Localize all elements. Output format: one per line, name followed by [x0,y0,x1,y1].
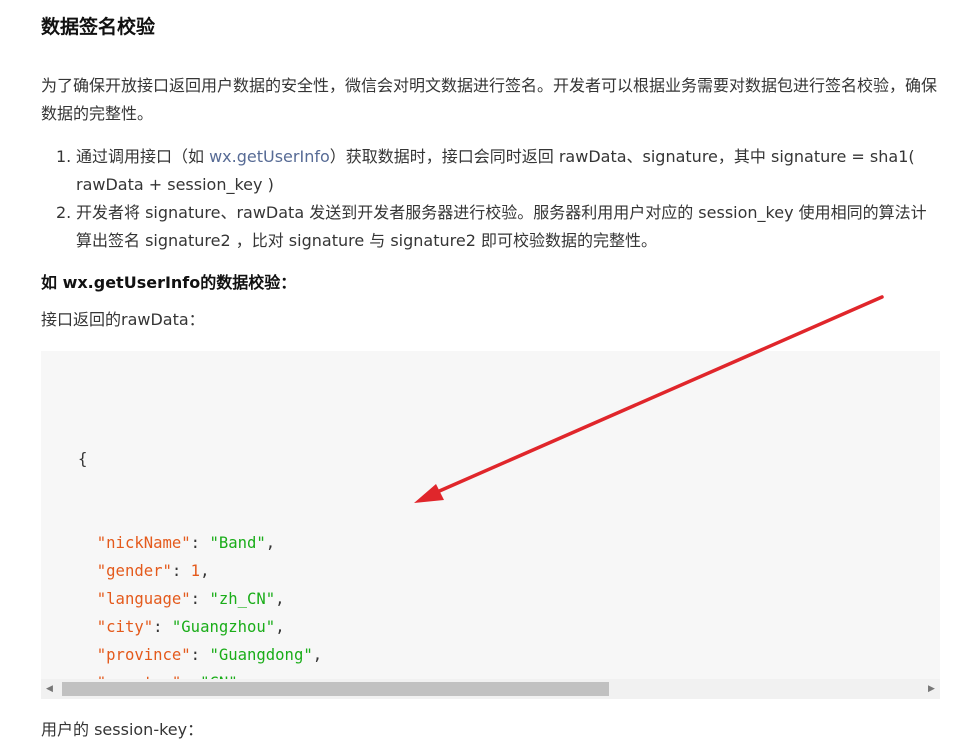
code-line: "province": "Guangdong", [96,646,323,664]
code-content: { "nickName": "Band", "gender": 1, "lang… [78,389,923,699]
code-value: "Guangdong" [209,646,313,664]
horizontal-scrollbar[interactable]: ◀ ▶ [41,679,940,699]
code-open-brace: { [78,450,88,468]
scroll-right-arrow-icon[interactable]: ▶ [923,679,940,699]
code-key: "language" [96,590,191,608]
example-heading: 如 wx.getUserInfo的数据校验： [41,273,297,292]
code-key: "province" [96,646,191,664]
rawdata-label: 接口返回的rawData： [41,310,205,329]
code-value: "zh_CN" [209,590,276,608]
step-item: 2. 开发者将 signature、rawData 发送到开发者服务器进行校验。… [56,199,940,255]
session-key-label: 用户的 session-key： [41,720,204,739]
step-number: 1. [56,147,72,166]
code-value: "Band" [209,534,266,552]
scroll-left-arrow-icon[interactable]: ◀ [41,679,58,699]
code-line: "gender": 1, [96,562,210,580]
steps-list: 1. 通过调用接口（如 wx.getUserInfo）获取数据时，接口会同时返回… [56,143,940,255]
code-key: "city" [96,618,154,636]
getuserinfo-link[interactable]: wx.getUserInfo [209,147,330,166]
code-value: "Guangzhou" [171,618,276,636]
code-key: "gender" [96,562,172,580]
scrollbar-thumb[interactable] [62,682,609,696]
code-line: "nickName": "Band", [96,534,276,552]
section-heading: 数据签名校验 [41,16,156,38]
step-item: 1. 通过调用接口（如 wx.getUserInfo）获取数据时，接口会同时返回… [56,143,940,199]
code-value: 1 [190,562,201,580]
code-line: "city": "Guangzhou", [96,618,285,636]
step-text-before: 通过调用接口（如 [76,147,210,166]
code-line: "language": "zh_CN", [96,590,285,608]
step-number: 2. [56,203,72,222]
intro-paragraph: 为了确保开放接口返回用户数据的安全性，微信会对明文数据进行签名。开发者可以根据业… [41,76,938,123]
code-key: "nickName" [96,534,191,552]
step-text: 开发者将 signature、rawData 发送到开发者服务器进行校验。服务器… [76,203,927,250]
code-block[interactable]: { "nickName": "Band", "gender": 1, "lang… [41,351,940,699]
